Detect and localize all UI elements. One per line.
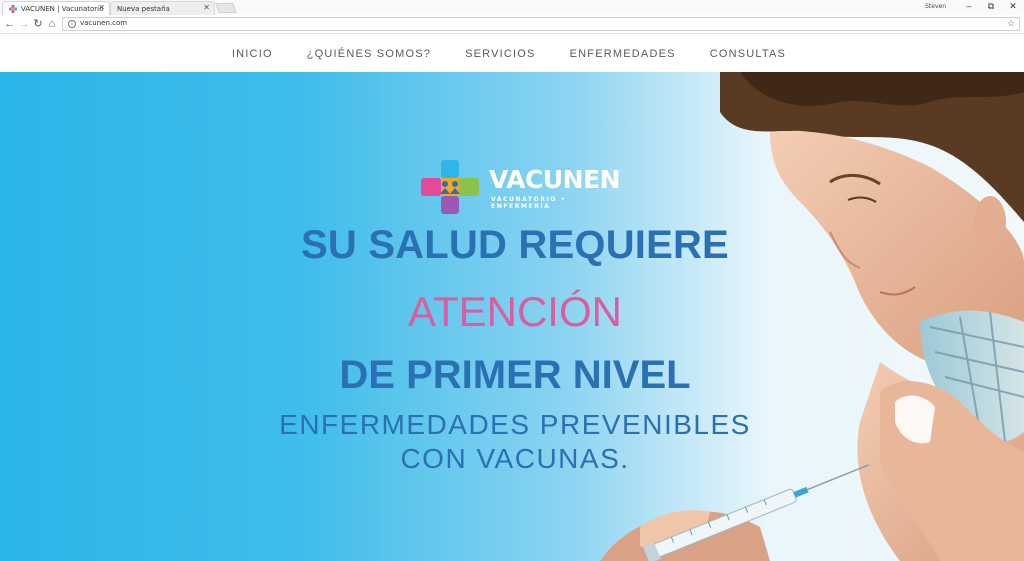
back-icon[interactable]: ←	[3, 17, 17, 31]
hero-subheadline-line1: ENFERMEDADES PREVENIBLES	[279, 409, 751, 440]
reload-icon[interactable]: ↻	[31, 17, 45, 31]
tab-title: Nueva pestaña	[117, 4, 170, 13]
close-tab-icon[interactable]: ✕	[203, 3, 210, 12]
hero-headline-line1: SU SALUD REQUIERE	[301, 223, 729, 267]
url-text[interactable]: vacunen.com	[80, 19, 127, 27]
hero-banner: VACUNEN VACUNATORIO • ENFERMERÍA SU SALU…	[0, 72, 1024, 561]
home-icon[interactable]: ⌂	[45, 17, 59, 31]
nav-item-quienes-somos[interactable]: ¿QUIÉNES SOMOS?	[307, 48, 431, 60]
hero-subheadline-line2: CON VACUNAS.	[400, 443, 630, 474]
bookmark-star-icon[interactable]: ☆	[1007, 18, 1015, 29]
hero-subheadline: ENFERMEDADES PREVENIBLES CON VACUNAS.	[200, 408, 830, 476]
hero-headline-line2: ATENCIÓN	[408, 288, 622, 335]
nav-item-enfermedades[interactable]: ENFERMEDADES	[570, 48, 676, 60]
nav-item-consultas[interactable]: CONSULTAS	[710, 48, 786, 60]
window-close-icon[interactable]: ✕	[1002, 1, 1024, 12]
browser-tab-strip: VACUNEN | Vacunatorio ✕ Nueva pestaña ✕ …	[0, 0, 1024, 15]
vacunen-logo-mark-icon	[421, 160, 479, 214]
logo-tagline: VACUNATORIO • ENFERMERÍA	[491, 196, 567, 210]
forward-icon[interactable]: →	[17, 17, 31, 31]
close-tab-icon[interactable]: ✕	[98, 3, 105, 12]
site-nav: INICIO ¿QUIÉNES SOMOS? SERVICIOS ENFERME…	[0, 35, 1024, 72]
nav-item-servicios[interactable]: SERVICIOS	[465, 48, 536, 60]
browser-toolbar: ← → ↻ ⌂ i vacunen.com ☆	[0, 15, 1024, 34]
tab-vacunen[interactable]: VACUNEN | Vacunatorio ✕	[2, 1, 110, 15]
nav-item-inicio[interactable]: INICIO	[232, 48, 273, 60]
minimize-icon[interactable]: –	[958, 1, 980, 11]
tab-new[interactable]: Nueva pestaña ✕	[110, 1, 215, 15]
logo-wordmark: VACUNEN	[489, 165, 621, 194]
profile-name[interactable]: Steven	[925, 3, 946, 10]
new-tab-button[interactable]	[215, 3, 237, 13]
hero-headline-line3: DE PRIMER NIVEL	[339, 353, 691, 397]
restore-icon[interactable]: ⧉	[980, 1, 1002, 12]
vacunen-logo[interactable]: VACUNEN VACUNATORIO • ENFERMERÍA	[421, 160, 621, 214]
tab-title: VACUNEN | Vacunatorio	[21, 4, 104, 13]
info-icon[interactable]: i	[68, 20, 76, 28]
site-favicon-icon	[9, 5, 17, 13]
address-bar[interactable]: i vacunen.com ☆	[62, 17, 1020, 31]
